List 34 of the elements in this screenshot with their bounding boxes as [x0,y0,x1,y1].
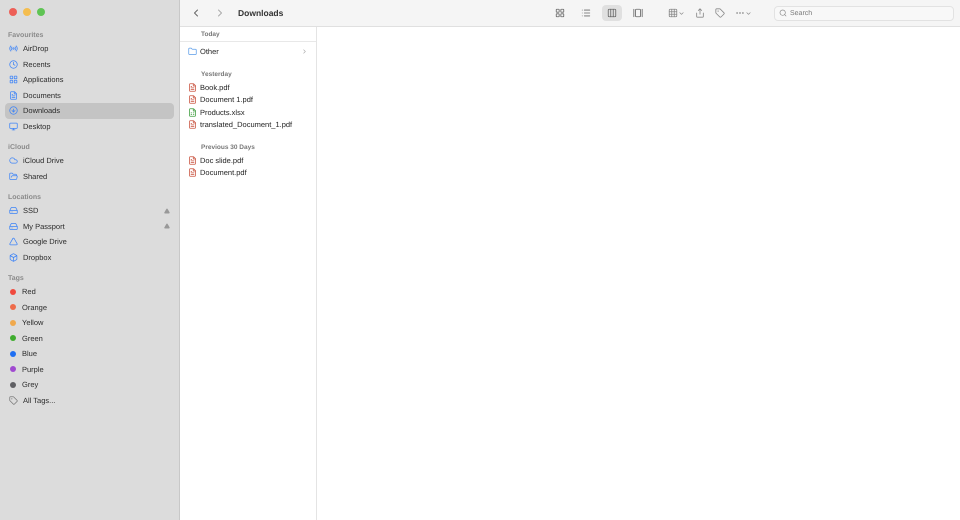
share-icon [695,8,705,18]
close-button[interactable] [9,8,17,16]
tag-button[interactable] [713,8,727,18]
caret-icon [745,10,752,16]
folder-icon [188,46,197,56]
caret-icon [678,10,685,16]
shared-icon [9,172,18,181]
window-title: Downloads [238,8,284,18]
xlsx-icon [188,108,197,117]
view-button[interactable] [602,5,622,21]
eject-icon[interactable] [164,223,170,230]
drive-icon [9,222,18,231]
chevron-icon [301,48,308,55]
pdf-icon [188,156,197,166]
apps-icon [9,75,18,84]
zoom-button[interactable] [37,8,45,16]
gallery-view-icon [633,8,643,18]
search-icon [779,8,787,16]
pdf-icon [188,168,197,178]
cloud-icon [9,156,18,166]
drive-icon [9,206,18,216]
pdf-icon [188,120,197,129]
desktop-icon [9,122,18,131]
pdf-icon [188,95,197,104]
doc-icon [9,90,18,100]
list-view-icon [581,8,591,18]
eject-icon[interactable] [164,208,170,214]
pdf-icon [188,82,197,92]
clock-icon [9,60,18,69]
tag-icon [715,8,725,18]
icons-view-icon [555,8,565,18]
columns-view-icon [607,8,617,18]
download-icon [9,106,18,116]
grid-icon [668,8,678,18]
